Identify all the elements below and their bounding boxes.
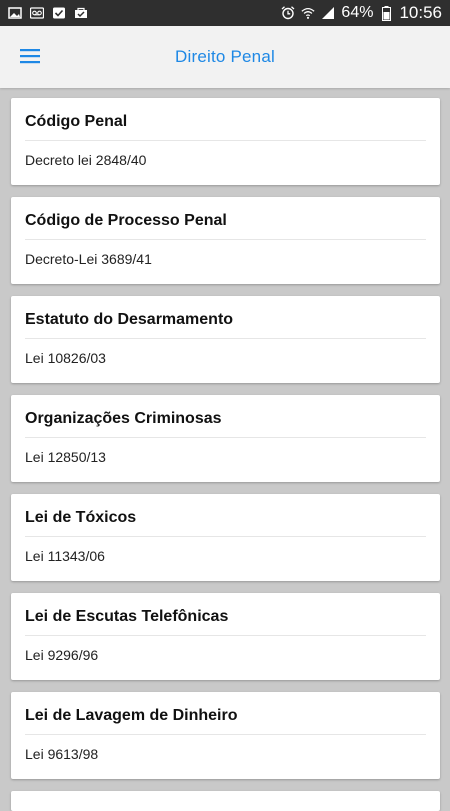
divider [25,536,426,537]
signal-icon [321,7,335,19]
hamburger-menu-icon [20,49,40,64]
list-item-title: Organizações Criminosas [25,410,222,427]
divider [25,635,426,636]
list-item-title: Código Penal [25,113,128,130]
list-item-title: Código de Processo Penal [25,212,227,229]
wifi-icon [301,7,315,19]
list-item-subtitle: Lei 9296/96 [25,647,99,663]
alarm-icon [281,6,295,20]
list-item-title: Lei de Lavagem de Dinheiro [25,707,238,724]
list-item-subtitle: Lei 9613/98 [25,746,99,762]
checkbox-icon [52,7,66,19]
voicemail-icon [30,7,44,19]
hamburger-menu-button[interactable] [14,42,46,70]
list-item-partial[interactable] [11,791,440,811]
page-title: Direito Penal [175,47,275,66]
list-item-title: Estatuto do Desarmamento [25,311,234,328]
image-icon [8,7,22,19]
list-item-organizacoes-criminosas[interactable]: Organizações Criminosas Lei 12850/13 [11,395,440,482]
divider [25,437,426,438]
list-item-title: Lei de Tóxicos [25,509,137,526]
list-item-subtitle: Lei 10826/03 [25,350,106,366]
divider [25,734,426,735]
divider [25,338,426,339]
list-item-subtitle: Lei 12850/13 [25,449,106,465]
status-bar: 64% 10:56 [0,0,450,26]
battery-percentage: 64% [341,4,374,21]
app-bar: Direito Penal [0,26,450,88]
list-item-codigo-processo-penal[interactable]: Código de Processo Penal Decreto-Lei 368… [11,197,440,284]
list-item-codigo-penal[interactable]: Código Penal Decreto lei 2848/40 [11,98,440,185]
list-item-lei-lavagem-dinheiro[interactable]: Lei de Lavagem de Dinheiro Lei 9613/98 [11,692,440,779]
battery-icon [379,5,393,21]
bag-check-icon [74,7,88,19]
list-item-estatuto-desarmamento[interactable]: Estatuto do Desarmamento Lei 10826/03 [11,296,440,383]
list-item-title: Lei de Escutas Telefônicas [25,608,229,625]
divider [25,140,426,141]
list-item-subtitle: Lei 11343/06 [25,548,105,564]
law-list: Código Penal Decreto lei 2848/40 Código … [11,98,440,811]
clock-time: 10:56 [399,3,442,22]
list-item-lei-escutas-telefonicas[interactable]: Lei de Escutas Telefônicas Lei 9296/96 [11,593,440,680]
status-right: 64% 10:56 [281,3,442,23]
status-left-icons [8,7,88,19]
list-item-subtitle: Decreto-Lei 3689/41 [25,251,152,267]
list-item-lei-toxicos[interactable]: Lei de Tóxicos Lei 11343/06 [11,494,440,581]
divider [25,239,426,240]
list-item-subtitle: Decreto lei 2848/40 [25,152,147,168]
